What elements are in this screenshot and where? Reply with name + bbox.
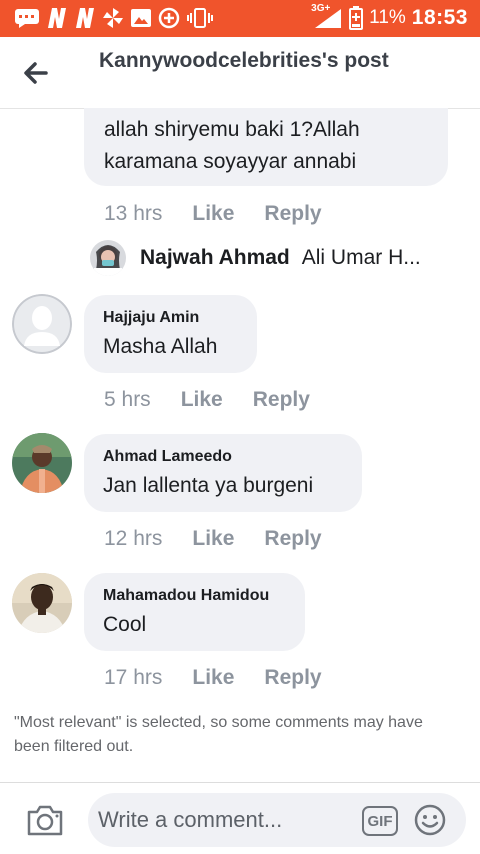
battery-charging-icon — [349, 6, 364, 30]
clock: 18:53 — [411, 6, 468, 29]
comment-text: allah shiryemu baki 1?Allah karamana soy… — [104, 118, 360, 173]
filter-notice: "Most relevant" is selected, so some com… — [14, 714, 423, 755]
data-saver-icon — [158, 7, 180, 29]
comment-bubble[interactable]: Ahmad Lameedo Jan lallenta ya burgeni — [84, 434, 362, 512]
comment-text: Jan lallenta ya burgeni — [103, 474, 314, 497]
avatar[interactable] — [12, 294, 72, 354]
comment-meta: 12 hrs Like Reply — [104, 527, 322, 551]
emoji-icon[interactable] — [414, 804, 446, 836]
status-bar-icons — [14, 7, 214, 29]
comment-time: 13 hrs — [104, 202, 163, 225]
gallery-icon — [130, 7, 152, 29]
reply-text: Ali Umar H... — [301, 246, 421, 269]
reply-author[interactable]: Najwah Ahmad — [140, 246, 290, 270]
comment-bubble[interactable]: allah shiryemu baki 1?Allah karamana soy… — [84, 108, 448, 186]
message-icon — [14, 7, 40, 29]
like-button[interactable]: Like — [181, 388, 223, 412]
status-bar: 3G+ 11% 18:53 — [0, 0, 480, 37]
like-button[interactable]: Like — [192, 666, 234, 690]
comment-time: 5 hrs — [104, 388, 151, 411]
network-type: 3G+ — [311, 3, 331, 14]
comment-text: Masha Allah — [103, 335, 218, 358]
status-bar-right: 3G+ 11% 18:53 — [311, 3, 468, 30]
n-icon — [46, 7, 68, 29]
back-arrow-icon[interactable] — [22, 59, 50, 87]
reply-button[interactable]: Reply — [253, 388, 310, 412]
comment-composer: Write a comment... GIF — [0, 782, 480, 854]
comment-input[interactable]: Write a comment... GIF — [88, 793, 466, 847]
reply-button[interactable]: Reply — [264, 202, 321, 226]
battery-percent: 11% — [369, 7, 406, 28]
comment-time: 12 hrs — [104, 527, 163, 550]
comment-meta: 17 hrs Like Reply — [104, 666, 322, 690]
comment-bubble[interactable]: Hajjaju Amin Masha Allah — [84, 295, 257, 373]
reply-preview[interactable]: Najwah Ahmad Ali Umar H... — [90, 240, 421, 276]
avatar[interactable] — [12, 573, 72, 633]
pinwheel-icon — [102, 7, 124, 29]
n-icon — [74, 7, 96, 29]
comment-author[interactable]: Mahamadou Hamidou — [103, 587, 286, 605]
reply-button[interactable]: Reply — [264, 666, 321, 690]
comment-input-placeholder: Write a comment... — [98, 807, 283, 832]
gif-button[interactable]: GIF — [362, 806, 398, 836]
reply-button[interactable]: Reply — [264, 527, 321, 551]
comment-meta: 13 hrs Like Reply — [104, 202, 322, 226]
page-title: Kannywoodcelebrities's post — [99, 49, 389, 72]
like-button[interactable]: Like — [192, 527, 234, 551]
camera-icon[interactable] — [26, 803, 64, 837]
comment-bubble[interactable]: Mahamadou Hamidou Cool — [84, 573, 305, 651]
comment-author[interactable]: Ahmad Lameedo — [103, 448, 343, 466]
post-header: Kannywoodcelebrities's post — [0, 37, 480, 109]
avatar[interactable] — [12, 433, 72, 493]
comment-time: 17 hrs — [104, 666, 163, 689]
comment-meta: 5 hrs Like Reply — [104, 388, 310, 412]
vibrate-icon — [186, 7, 214, 29]
comment-author[interactable]: Hajjaju Amin — [103, 309, 238, 327]
avatar — [90, 240, 126, 276]
like-button[interactable]: Like — [192, 202, 234, 226]
comment-text: Cool — [103, 613, 147, 636]
signal-icon: 3G+ — [311, 3, 343, 29]
